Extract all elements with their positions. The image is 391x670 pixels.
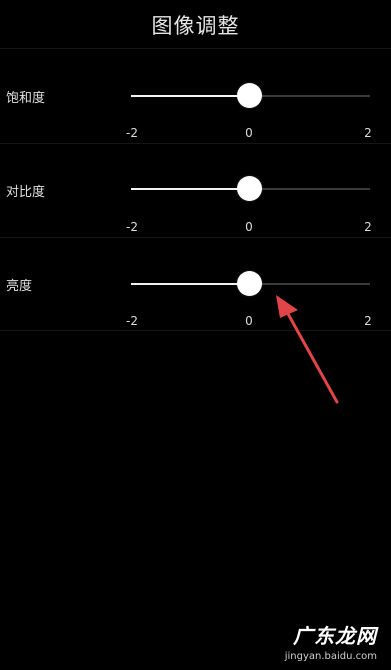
annotation-arrow-icon (276, 295, 339, 404)
watermark-url: jingyan.baidu.com (284, 651, 377, 662)
watermark-brand: 广东龙网 (293, 624, 377, 648)
watermark: 广东龙网 jingyan.baidu.com (285, 620, 377, 662)
